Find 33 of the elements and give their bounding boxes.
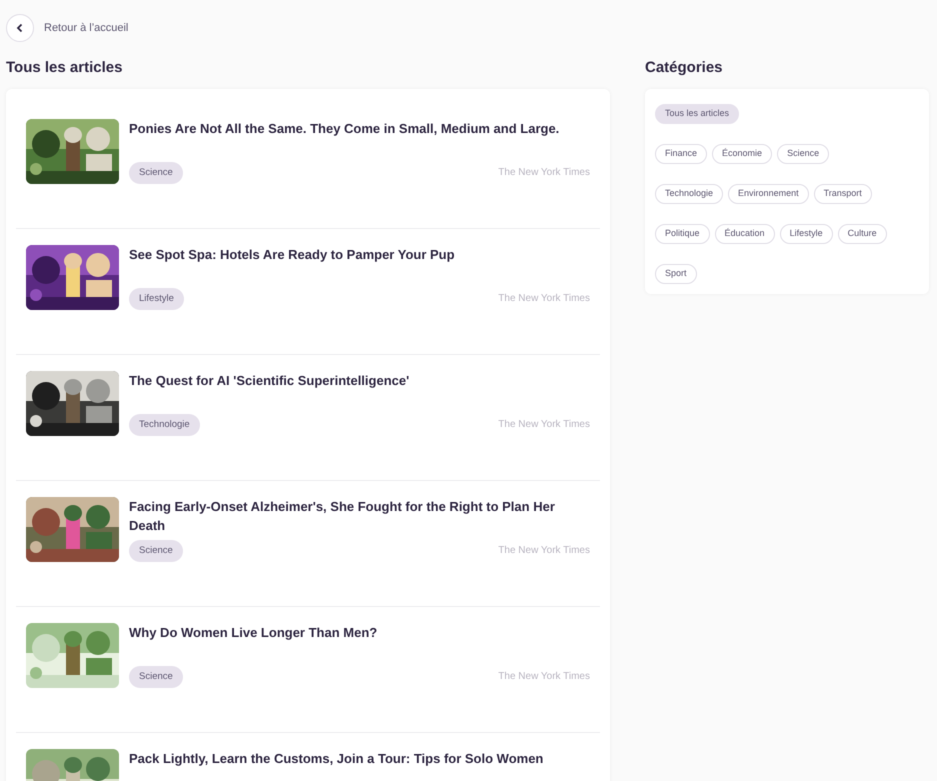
category-chip[interactable]: Politique: [655, 224, 710, 244]
article-title[interactable]: Pack Lightly, Learn the Customs, Join a Tour: Tips for Solo Women: [129, 749, 590, 768]
category-tag: Science: [129, 666, 183, 688]
category-chip[interactable]: Transport: [814, 184, 872, 204]
category-chip[interactable]: Éducation: [714, 224, 775, 244]
back-link[interactable]: Retour à l’accueil: [44, 20, 128, 36]
article-title[interactable]: See Spot Spa: Hotels Are Ready to Pamper Your Pup: [129, 245, 590, 264]
article-title[interactable]: The Quest for AI 'Scientific Superintelligence': [129, 371, 590, 390]
section-title: Catégories: [645, 59, 724, 77]
category-chip[interactable]: Sport: [655, 264, 697, 284]
category-chip[interactable]: Lifestyle: [780, 224, 833, 244]
category-tag: Lifestyle: [129, 288, 184, 310]
category-chip[interactable]: Tous les articles: [655, 104, 740, 124]
category-chip[interactable]: Finance: [655, 144, 708, 164]
category-chip[interactable]: Économie: [712, 144, 772, 164]
article-title[interactable]: Why Do Women Live Longer Than Men?: [129, 623, 590, 642]
article-source: The New York Times: [498, 418, 590, 432]
article-source: The New York Times: [498, 292, 590, 306]
chevron-left-icon: [15, 23, 25, 33]
article-source: The New York Times: [498, 670, 590, 684]
category-tag: Science: [129, 162, 183, 184]
back-button[interactable]: [6, 14, 34, 42]
section-title: Tous les articles: [6, 59, 124, 77]
article-source: The New York Times: [498, 166, 590, 180]
category-chip[interactable]: Technologie: [655, 184, 724, 204]
category-chip[interactable]: Science: [777, 144, 830, 164]
article-title[interactable]: Ponies Are Not All the Same. They Come in Small, Medium and Large.: [129, 119, 590, 138]
article-source: The New York Times: [498, 544, 590, 558]
article-title[interactable]: Facing Early-Onset Alzheimer's, She Fought for the Right to Plan Her Death: [129, 497, 590, 535]
category-chip[interactable]: Culture: [838, 224, 887, 244]
category-chip[interactable]: Environnement: [728, 184, 809, 204]
category-tag: Science: [129, 540, 183, 562]
category-tag: Technologie: [129, 414, 200, 436]
